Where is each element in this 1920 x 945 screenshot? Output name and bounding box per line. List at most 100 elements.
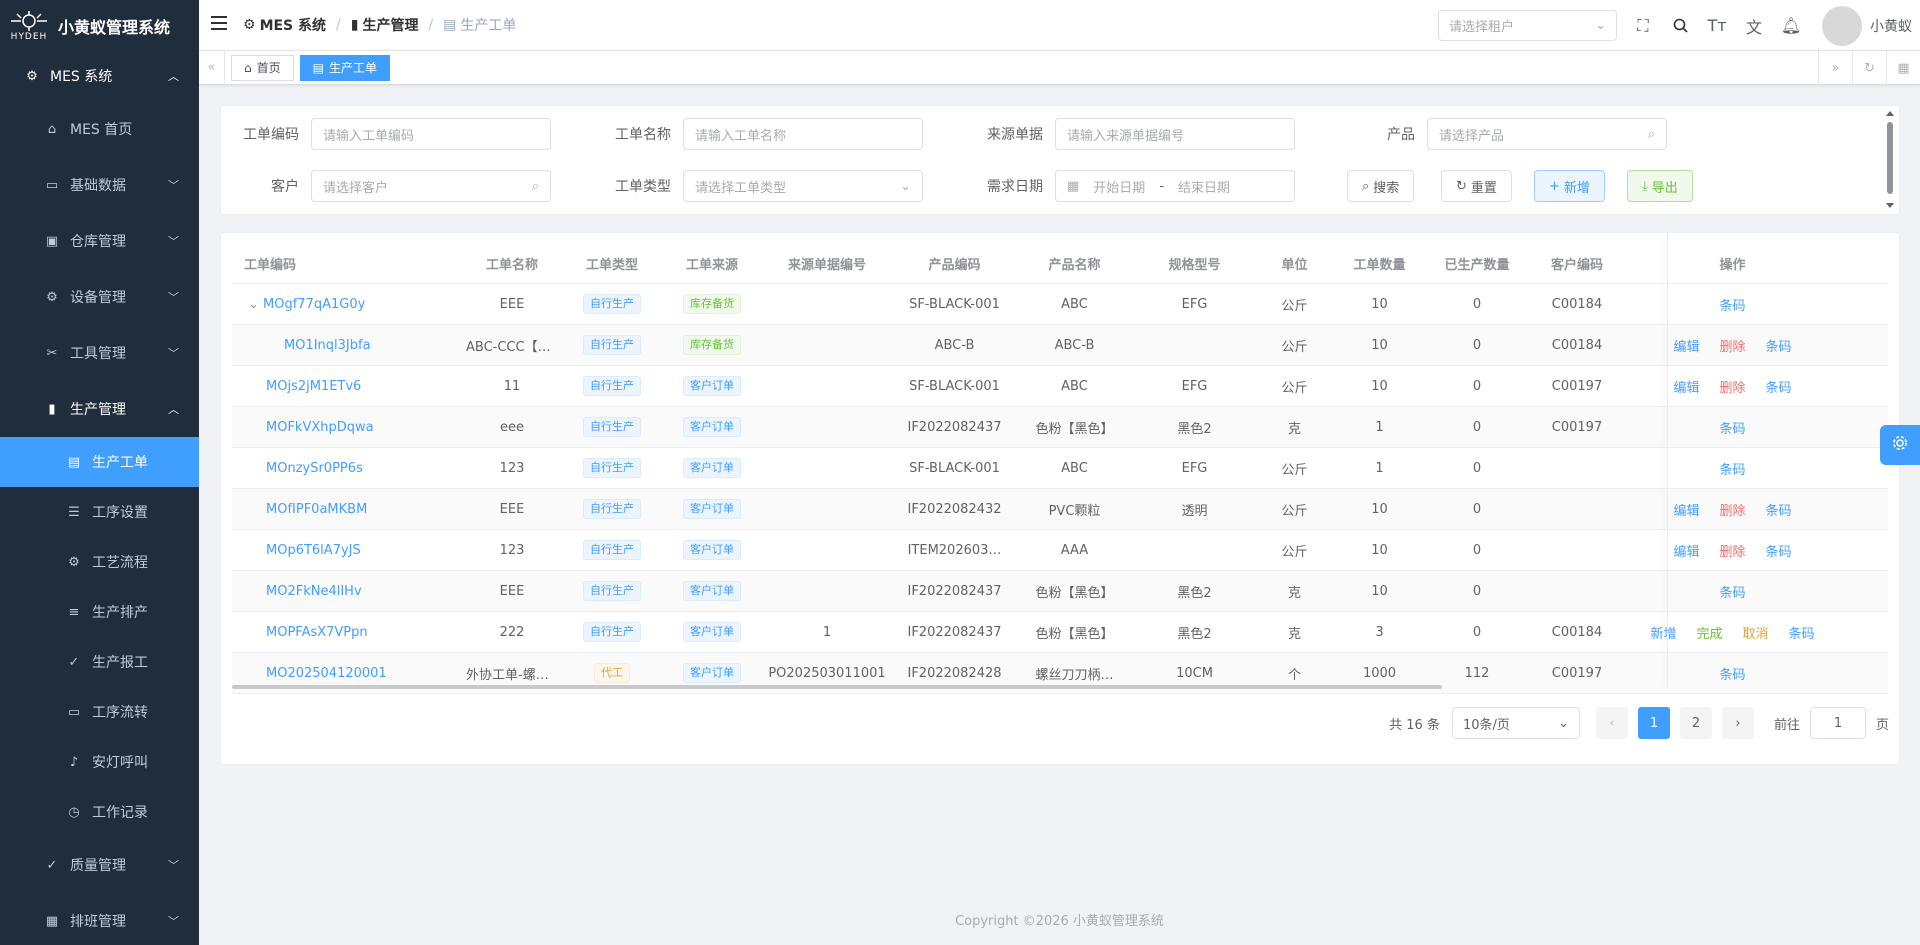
sidebar-item-9[interactable]: ≡ 生产排产 bbox=[0, 587, 199, 637]
home-icon: ⌂ bbox=[244, 60, 252, 75]
reset-button[interactable]: ↻ 重置 bbox=[1441, 170, 1512, 202]
work-order-code-link[interactable]: MO1Inql3Jbfa bbox=[284, 338, 371, 353]
tenant-select[interactable]: 请选择租户 ⌄ bbox=[1438, 10, 1617, 41]
grid-menu-icon[interactable]: ▦ bbox=[1886, 51, 1920, 85]
breadcrumb-production[interactable]: ▮ 生产管理 bbox=[351, 15, 419, 35]
product-select[interactable]: 请选择产品 ⌕ bbox=[1427, 118, 1667, 150]
action-edit-button[interactable]: 条码 bbox=[1719, 459, 1745, 478]
work-order-code-link[interactable]: MOPFAsX7VPpn bbox=[266, 625, 368, 640]
sidebar-item-3[interactable]: ⚙ 设备管理 ﹀ bbox=[0, 269, 199, 325]
cell-source: 客户订单 bbox=[662, 540, 762, 560]
work-order-code-link[interactable]: MO2FkNe4lIHv bbox=[266, 584, 362, 599]
action-edit-button[interactable]: 条码 bbox=[1766, 541, 1792, 560]
tag-work-order[interactable]: ▤ 生产工单 bbox=[299, 54, 390, 81]
goto-page-input[interactable]: 1 bbox=[1809, 707, 1866, 739]
sidebar-item-15[interactable]: ▦ 排班管理 ﹀ bbox=[0, 893, 199, 945]
sidebar-root-mes[interactable]: ⚙ MES 系统 ︿ bbox=[0, 51, 199, 101]
avatar[interactable] bbox=[1822, 5, 1862, 46]
action-edit-button[interactable]: 编辑 bbox=[1673, 377, 1699, 396]
table-row: MO1Inql3Jbfa ABC-CCC【10】… 自行生产 库存备货 ABC-B ABC… bbox=[232, 325, 1888, 366]
next-page-button[interactable]: › bbox=[1721, 707, 1754, 739]
prev-page-button[interactable]: ‹ bbox=[1595, 707, 1628, 739]
work-order-code-link[interactable]: MOgf77qA1G0y bbox=[263, 297, 365, 312]
fullscreen-icon[interactable]: ⛶ bbox=[1631, 14, 1655, 38]
sidebar-item-6[interactable]: ▤ 生产工单 bbox=[0, 437, 199, 487]
sidebar-item-7[interactable]: ☰ 工序设置 bbox=[0, 487, 199, 537]
sidebar-item-label: 工序流转 bbox=[92, 705, 148, 721]
refresh-icon[interactable]: ↻ bbox=[1852, 51, 1886, 85]
action-edit-button[interactable]: 条码 bbox=[1719, 295, 1745, 314]
action-edit-button[interactable]: 编辑 bbox=[1673, 336, 1699, 355]
action-del-button[interactable]: 删除 bbox=[1719, 377, 1745, 396]
search-button[interactable]: ⌕ 搜索 bbox=[1347, 170, 1415, 202]
work-order-code-input[interactable]: 请输入工单编码 bbox=[311, 118, 551, 150]
date-range-picker[interactable]: ▦ 开始日期 - 结束日期 bbox=[1055, 170, 1295, 202]
form-scrollbar[interactable] bbox=[1885, 110, 1895, 210]
action-edit-button[interactable]: 条码 bbox=[1719, 418, 1745, 437]
tags-scroll-left-icon[interactable]: « bbox=[199, 50, 225, 85]
sidebar-item-5[interactable]: ▮ 生产管理 ︿ bbox=[0, 381, 199, 437]
breadcrumb-mes[interactable]: ⚙ MES 系统 bbox=[243, 15, 326, 35]
cell-type: 自行生产 bbox=[562, 417, 662, 437]
work-order-code-link[interactable]: MOp6T6lA7yJS bbox=[266, 543, 361, 558]
search-icon[interactable] bbox=[1668, 14, 1692, 38]
work-order-type-select[interactable]: 请选择工单类型 ⌄ bbox=[683, 170, 923, 202]
sidebar-item-8[interactable]: ⚙ 工艺流程 bbox=[0, 537, 199, 587]
horizontal-scrollbar[interactable] bbox=[232, 685, 1442, 689]
cell-code: MOFkVXhpDqwa bbox=[232, 420, 462, 435]
action-del-button[interactable]: 删除 bbox=[1719, 541, 1745, 560]
source-doc-input[interactable]: 请输入来源单据编号 bbox=[1055, 118, 1295, 150]
action-edit-button[interactable]: 条码 bbox=[1766, 336, 1792, 355]
tools-icon: ✂ bbox=[46, 345, 58, 361]
username[interactable]: 小黄蚁 bbox=[1870, 16, 1912, 36]
sidebar-item-10[interactable]: ✓ 生产报工 bbox=[0, 637, 199, 687]
export-button[interactable]: ⤓ 导出 bbox=[1627, 170, 1693, 202]
tag-home[interactable]: ⌂ 首页 bbox=[231, 54, 294, 81]
action-edit-button[interactable]: 条码 bbox=[1766, 377, 1792, 396]
chevron-down-icon[interactable]: ⌄ bbox=[248, 297, 263, 312]
work-order-code-link[interactable]: MOFkVXhpDqwa bbox=[266, 420, 374, 435]
translate-icon[interactable]: 文 bbox=[1742, 14, 1766, 38]
sidebar-item-4[interactable]: ✂ 工具管理 ﹀ bbox=[0, 325, 199, 381]
action-ok-button[interactable]: 完成 bbox=[1696, 623, 1722, 642]
sidebar-item-2[interactable]: ▣ 仓库管理 ﹀ bbox=[0, 213, 199, 269]
font-size-icon[interactable]: Tт bbox=[1705, 14, 1729, 38]
type-badge: 自行生产 bbox=[583, 458, 641, 478]
sidebar-item-12[interactable]: ♪ 安灯呼叫 bbox=[0, 737, 199, 787]
work-order-code-link[interactable]: MOfIPF0aMKBM bbox=[266, 502, 367, 517]
sidebar-item-0[interactable]: ⌂ MES 首页 bbox=[0, 101, 199, 157]
work-order-name-input[interactable]: 请输入工单名称 bbox=[683, 118, 923, 150]
action-edit-button[interactable]: 条码 bbox=[1789, 623, 1815, 642]
work-order-code-link[interactable]: MO202504120001 bbox=[266, 666, 387, 681]
hamburger-icon[interactable] bbox=[211, 16, 229, 34]
work-order-code-link[interactable]: MOnzySr0PP6s bbox=[266, 461, 363, 476]
cell-done: 0 bbox=[1472, 378, 1482, 394]
action-edit-button[interactable]: 条码 bbox=[1766, 500, 1792, 519]
sidebar-item-label: 安灯呼叫 bbox=[92, 755, 148, 771]
customer-select[interactable]: 请选择客户 ⌕ bbox=[311, 170, 551, 202]
page-2-button[interactable]: 2 bbox=[1679, 707, 1712, 739]
cell-cust: C00184 bbox=[1551, 337, 1603, 353]
work-order-code-link[interactable]: MOjs2jM1ETv6 bbox=[266, 379, 361, 394]
settings-fab[interactable] bbox=[1880, 425, 1920, 465]
page-size-select[interactable]: 10条/页 ⌄ bbox=[1451, 707, 1580, 739]
add-button[interactable]: + 新增 bbox=[1534, 170, 1605, 202]
sidebar: HYDEH 小黄蚁管理系统 ⚙ MES 系统 ︿ ⌂ MES 首页 ▭ 基础数据 ﹀ ▣ 仓… bbox=[0, 0, 199, 945]
cell-pcode: SF-BLACK-001 bbox=[909, 378, 1000, 394]
field-label: 产品 bbox=[1387, 127, 1415, 143]
action-edit-button[interactable]: 条码 bbox=[1719, 664, 1745, 683]
action-del-button[interactable]: 删除 bbox=[1719, 500, 1745, 519]
sidebar-item-13[interactable]: ◷ 工作记录 bbox=[0, 787, 199, 837]
page-1-button[interactable]: 1 bbox=[1637, 707, 1670, 739]
bell-icon[interactable]: 🔔︎ bbox=[1779, 14, 1803, 38]
action-edit-button[interactable]: 条码 bbox=[1719, 582, 1745, 601]
action-del-button[interactable]: 删除 bbox=[1719, 336, 1745, 355]
sidebar-item-11[interactable]: ▭ 工序流转 bbox=[0, 687, 199, 737]
sidebar-item-1[interactable]: ▭ 基础数据 ﹀ bbox=[0, 157, 199, 213]
sidebar-item-14[interactable]: ✓ 质量管理 ﹀ bbox=[0, 837, 199, 893]
action-cancel-button[interactable]: 取消 bbox=[1743, 623, 1769, 642]
action-edit-button[interactable]: 编辑 bbox=[1673, 541, 1699, 560]
action-edit-button[interactable]: 新增 bbox=[1650, 623, 1676, 642]
tags-scroll-right-icon[interactable]: » bbox=[1818, 51, 1852, 85]
action-edit-button[interactable]: 编辑 bbox=[1673, 500, 1699, 519]
